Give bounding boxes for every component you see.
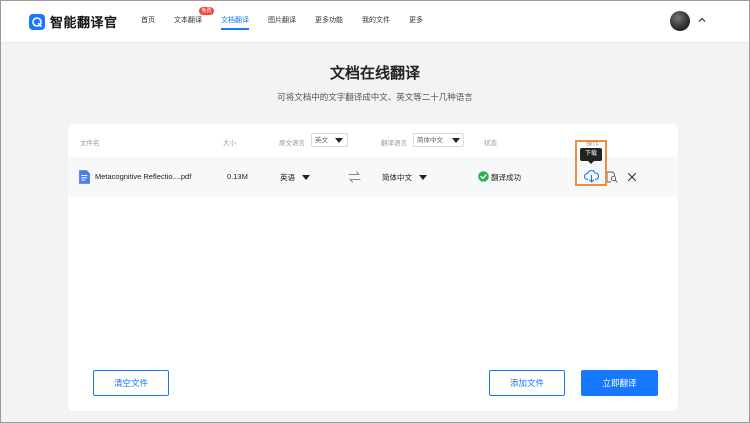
nav-document-translate[interactable]: 文档翻译 [221,15,249,30]
row-target-lang[interactable]: 简体中文 [382,172,412,183]
source-lang-select-value: 英文 [315,137,328,144]
chevron-down-icon[interactable] [419,175,427,180]
chevron-up-icon[interactable] [697,15,707,25]
download-tooltip: 下载 [580,148,602,164]
header-status: 状态 [484,140,497,147]
chevron-down-icon [452,138,460,143]
upload-card: 文件名 大小 原文语言 英文 翻译语言 简体中文 状态 操作 Metacogni… [68,124,678,411]
target-lang-select[interactable]: 简体中文 [413,133,464,147]
row-source-lang[interactable]: 英语 [280,172,295,183]
top-header: 智能翻译官 首页 文本翻译 文档翻译 图片翻译 更多功能 我的文件 更多 免费 [1,1,749,43]
header-size: 大小 [223,140,236,147]
nav-my-files[interactable]: 我的文件 [362,15,390,25]
translate-now-button[interactable]: 立即翻译 [581,370,658,396]
add-file-button[interactable]: 添加文件 [489,370,565,396]
source-lang-select[interactable]: 英文 [311,133,348,147]
chevron-down-icon [335,138,343,143]
swap-icon[interactable] [348,171,361,183]
page-title: 文档在线翻译 [329,65,420,82]
close-icon[interactable] [627,172,637,182]
nav-more[interactable]: 更多 [409,15,423,25]
app-name: 智能翻译官 [50,15,118,30]
free-badge: 免费 [199,7,214,15]
preview-icon[interactable] [606,171,618,183]
file-name: Metacognitive Reflectio....pdf [95,172,192,181]
chevron-down-icon[interactable] [302,175,310,180]
target-lang-select-value: 简体中文 [417,137,443,144]
file-size: 0.13M [227,172,248,181]
clear-files-button[interactable]: 清空文件 [93,370,169,396]
nav-home[interactable]: 首页 [141,15,155,25]
header-source-lang: 原文语言 [279,140,305,147]
nav-image-translate[interactable]: 图片翻译 [268,15,296,25]
header-file-name: 文件名 [80,140,100,147]
row-status: 翻译成功 [491,173,521,182]
app-logo[interactable]: 智能翻译官 [29,12,118,31]
pdf-file-icon [79,170,90,184]
logo-icon [29,13,45,30]
nav-more-features[interactable]: 更多功能 [315,15,343,25]
nav-text-translate[interactable]: 文本翻译 [174,15,202,25]
header-target-lang: 翻译语言 [381,140,407,147]
success-check-icon [478,171,489,182]
avatar[interactable] [670,11,690,31]
page-subtitle: 可将文档中的文字翻译成中文、英文等二十几种语言 [277,92,473,102]
